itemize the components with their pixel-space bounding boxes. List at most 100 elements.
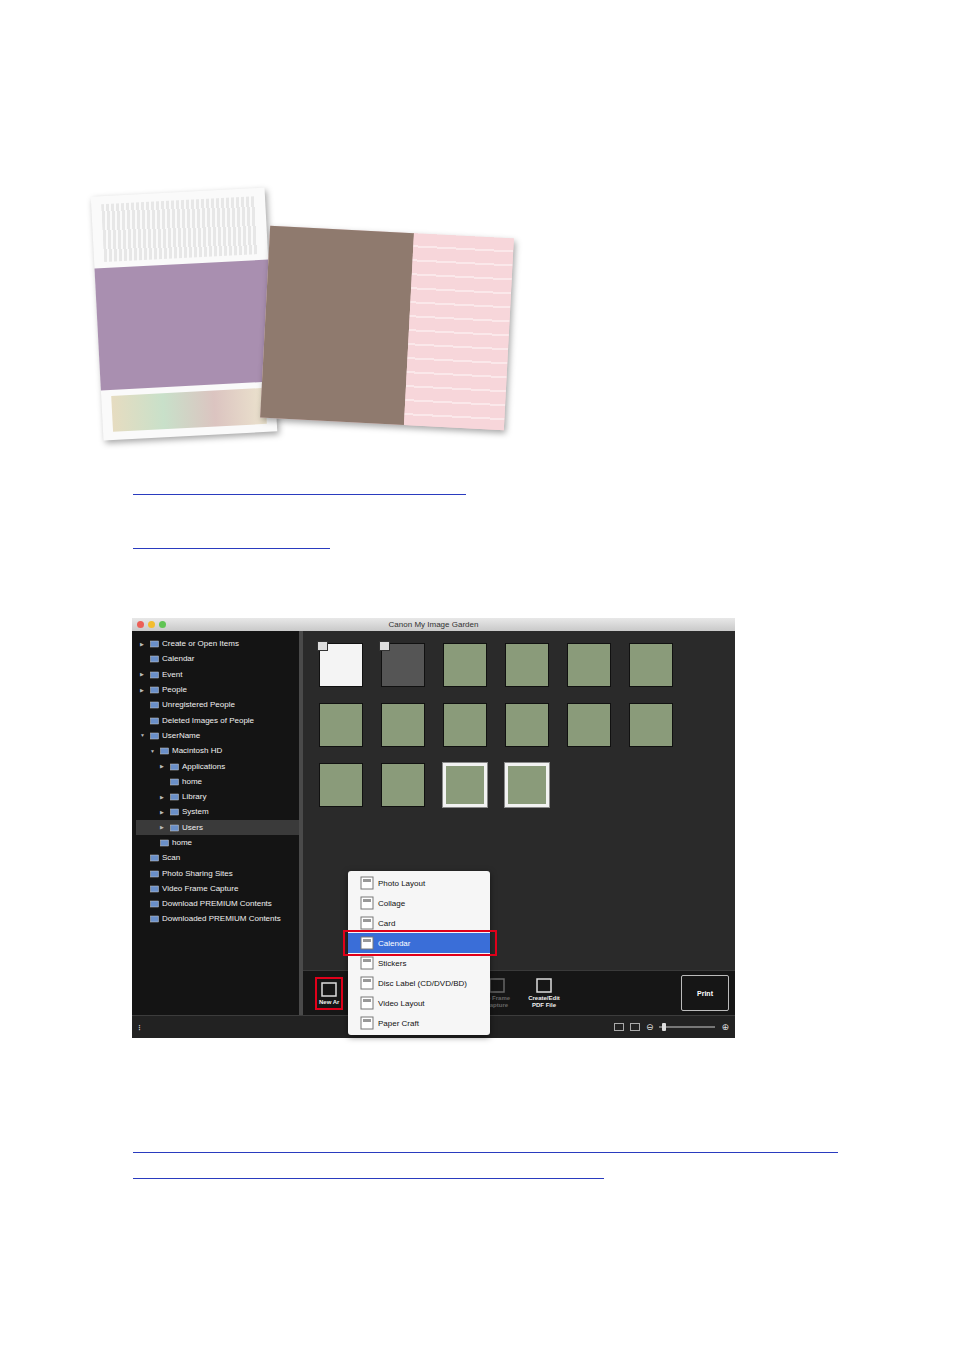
disclosure-arrow[interactable]: ▶ xyxy=(140,641,147,647)
item-icon xyxy=(360,1016,374,1030)
item-icon xyxy=(360,976,374,990)
menu-item[interactable]: Calendar xyxy=(348,933,490,953)
sidebar-item[interactable]: ▶Event xyxy=(136,667,299,682)
folder-icon xyxy=(150,716,159,725)
disclosure-arrow[interactable]: ▶ xyxy=(140,687,147,693)
folder-icon xyxy=(150,685,159,694)
folder-icon xyxy=(170,777,179,786)
page: Canon My Image Garden ▶Create or Open Ite… xyxy=(0,0,954,1350)
disclosure-arrow[interactable]: ▶ xyxy=(160,794,167,800)
calendar-photos xyxy=(97,192,509,436)
sidebar-item[interactable]: Calendar xyxy=(136,651,299,666)
disclosure-arrow[interactable]: ▶ xyxy=(140,671,147,677)
portrait-calendar-photo xyxy=(91,188,278,441)
folder-icon xyxy=(160,746,169,755)
menu-glyph[interactable]: ⁝ xyxy=(138,1022,141,1032)
folder-icon xyxy=(170,792,179,801)
thumbnail[interactable] xyxy=(319,703,363,747)
folder-icon xyxy=(170,823,179,832)
thumbnail[interactable] xyxy=(443,703,487,747)
folder-icon xyxy=(150,869,159,878)
sidebar-item[interactable]: ▶System xyxy=(136,804,299,819)
link[interactable] xyxy=(133,1178,604,1179)
new-art-menu: Photo LayoutCollageCardCalendarStickersD… xyxy=(348,871,490,1035)
menu-item[interactable]: Photo Layout xyxy=(348,873,490,893)
thumbnail[interactable] xyxy=(505,643,549,687)
menu-item[interactable]: Paper Craft xyxy=(348,1013,490,1033)
disclosure-arrow[interactable]: ▼ xyxy=(140,732,147,738)
sidebar-item[interactable]: Photo Sharing Sites xyxy=(136,865,299,880)
folder-icon xyxy=(170,762,179,771)
sidebar-item[interactable]: home xyxy=(136,774,299,789)
thumbnail[interactable] xyxy=(381,703,425,747)
sidebar-item[interactable]: ▶Applications xyxy=(136,758,299,773)
item-icon xyxy=(360,876,374,890)
disclosure-arrow[interactable]: ▶ xyxy=(160,824,167,830)
sidebar-item[interactable]: ▼Macintosh HD xyxy=(136,743,299,758)
sidebar-item[interactable]: ▶Library xyxy=(136,789,299,804)
folder-icon xyxy=(150,700,159,709)
folder-icon xyxy=(150,639,159,648)
thumbnail[interactable] xyxy=(381,763,425,807)
zoom-icon[interactable] xyxy=(159,621,166,628)
folder-icon xyxy=(150,914,159,923)
thumbnail[interactable] xyxy=(443,763,487,807)
sidebar-item[interactable]: Scan xyxy=(136,850,299,865)
folder-icon xyxy=(150,670,159,679)
landscape-calendar-photo xyxy=(260,226,514,431)
thumbnail[interactable] xyxy=(319,643,363,687)
folder-icon xyxy=(150,654,159,663)
thumbnail[interactable] xyxy=(381,643,425,687)
sidebar-item[interactable]: ▶People xyxy=(136,682,299,697)
menu-item[interactable]: Disc Label (CD/DVD/BD) xyxy=(348,973,490,993)
link[interactable] xyxy=(133,494,466,495)
sidebar: ▶Create or Open ItemsCalendar▶Event▶Peop… xyxy=(132,631,299,1015)
sidebar-item[interactable]: ▶Users xyxy=(136,820,299,835)
window-title: Canon My Image Garden xyxy=(389,620,479,629)
menu-item[interactable]: Video Layout xyxy=(348,993,490,1013)
thumbnail[interactable] xyxy=(505,763,549,807)
type-badge-icon xyxy=(317,641,328,651)
folder-icon xyxy=(170,807,179,816)
thumbnail[interactable] xyxy=(319,763,363,807)
sidebar-item[interactable]: Unregistered People xyxy=(136,697,299,712)
sidebar-item[interactable]: ▼UserName xyxy=(136,728,299,743)
minimize-icon[interactable] xyxy=(148,621,155,628)
sidebar-item[interactable]: home xyxy=(136,835,299,850)
toolbar-button[interactable]: Create/EditPDF File xyxy=(526,975,562,1011)
folder-icon xyxy=(150,884,159,893)
folder-icon xyxy=(150,731,159,740)
thumbnail[interactable] xyxy=(443,643,487,687)
tool-icon xyxy=(534,977,554,995)
title-bar: Canon My Image Garden xyxy=(132,618,735,631)
type-badge-icon xyxy=(379,641,390,651)
menu-item[interactable]: Stickers xyxy=(348,953,490,973)
zoom-slider[interactable] xyxy=(659,1026,715,1028)
disclosure-arrow[interactable]: ▶ xyxy=(160,763,167,769)
menu-item[interactable]: Collage xyxy=(348,893,490,913)
item-icon xyxy=(360,996,374,1010)
item-icon xyxy=(360,936,374,950)
disclosure-arrow[interactable]: ▼ xyxy=(150,748,157,754)
sidebar-item[interactable]: Deleted Images of People xyxy=(136,712,299,727)
grid-view-icon[interactable] xyxy=(630,1023,640,1031)
sidebar-item[interactable]: ▶Create or Open Items xyxy=(136,636,299,651)
link[interactable] xyxy=(133,1152,838,1153)
zoom-out-button[interactable]: ⊖ xyxy=(646,1022,654,1032)
sidebar-item[interactable]: Download PREMIUM Contents xyxy=(136,896,299,911)
toolbar-button[interactable]: New Ar xyxy=(317,979,341,1008)
thumbnail[interactable] xyxy=(629,703,673,747)
thumbnail[interactable] xyxy=(567,643,611,687)
sidebar-item[interactable]: Downloaded PREMIUM Contents xyxy=(136,911,299,926)
link[interactable] xyxy=(133,548,330,549)
disclosure-arrow[interactable]: ▶ xyxy=(160,809,167,815)
thumbnail[interactable] xyxy=(505,703,549,747)
list-view-icon[interactable] xyxy=(614,1023,624,1031)
item-icon xyxy=(360,956,374,970)
thumbnail[interactable] xyxy=(567,703,611,747)
sidebar-item[interactable]: Video Frame Capture xyxy=(136,881,299,896)
close-icon[interactable] xyxy=(137,621,144,628)
print-button[interactable]: Print xyxy=(681,975,729,1011)
thumbnail[interactable] xyxy=(629,643,673,687)
zoom-in-button[interactable]: ⊕ xyxy=(721,1022,729,1032)
